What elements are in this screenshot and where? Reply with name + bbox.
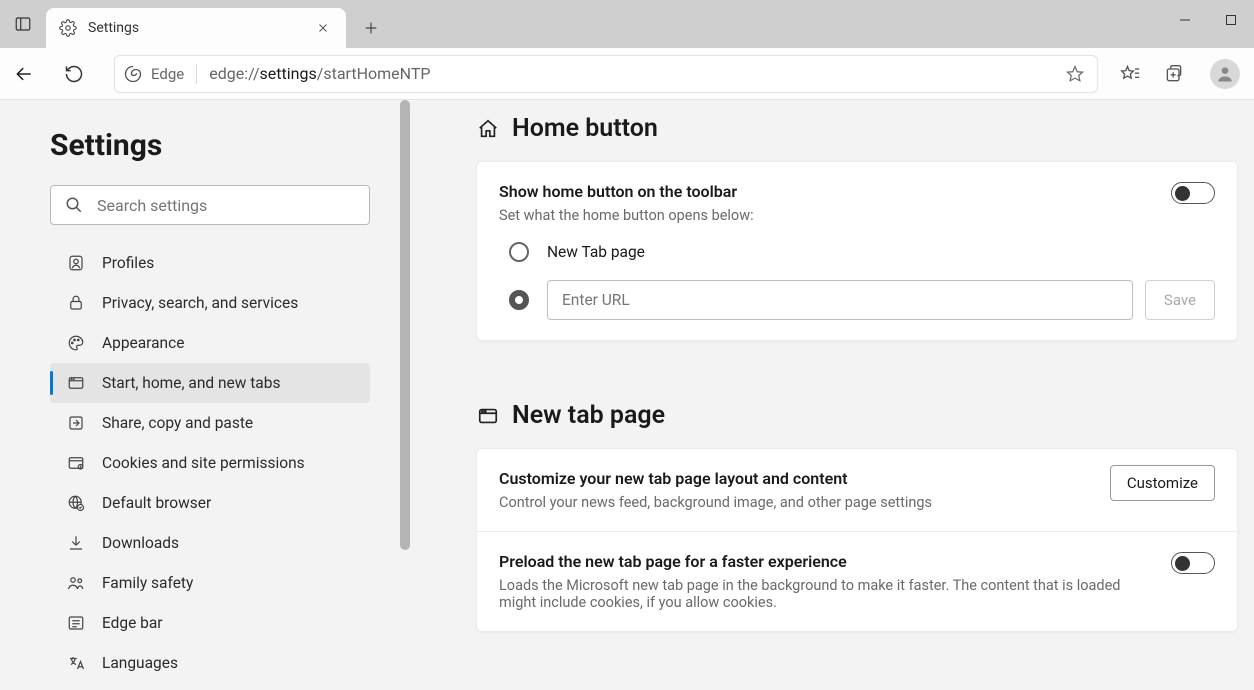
reload-button[interactable] [54,54,94,94]
browser-tab[interactable]: Settings [46,8,346,48]
nav-label: Privacy, search, and services [102,294,298,312]
person-icon [1215,64,1235,84]
cookie-icon [64,451,88,475]
nav-downloads[interactable]: Downloads [50,523,370,563]
sidebar-toggle-icon [14,15,32,33]
star-list-icon [1120,64,1140,84]
preload-title: Preload the new tab page for a faster ex… [499,552,1215,571]
nav-default-browser[interactable]: Default browser [50,483,370,523]
show-home-label: Show home button on the toolbar [499,182,1215,201]
titlebar: Settings [0,0,1254,48]
settings-main: Home button Show home button on the tool… [410,100,1254,690]
gear-icon [58,18,78,38]
newtab-card: Customize your new tab page layout and c… [476,448,1238,632]
nav-privacy[interactable]: Privacy, search, and services [50,283,370,323]
nav-edge-bar[interactable]: Edge bar [50,603,370,643]
tab-title: Settings [88,20,312,36]
nav-label: Downloads [102,534,179,552]
favorites-button[interactable] [1110,54,1150,94]
home-icon [476,117,500,141]
collections-icon [1164,64,1184,84]
site-identity-label: Edge [151,65,184,83]
globe-check-icon [64,491,88,515]
toggle-knob [1175,556,1190,571]
browser-toolbar: Edge edge://settings/startHomeNTP [0,48,1254,100]
show-home-toggle[interactable] [1171,182,1215,204]
nav-cookies[interactable]: Cookies and site permissions [50,443,370,483]
nav-label: Family safety [102,574,193,592]
edge-logo-icon [123,64,143,84]
newtab-icon [476,404,500,428]
site-identity-chip[interactable]: Edge [123,64,197,84]
new-tab-button[interactable] [354,11,388,45]
nav-label: Edge bar [102,614,163,632]
share-icon [64,411,88,435]
radio-newtab-label: New Tab page [547,243,645,261]
profile-icon [64,251,88,275]
language-icon [64,651,88,675]
maximize-button[interactable] [1208,0,1254,40]
section-home-header: Home button [476,114,1238,143]
customize-sub: Control your news feed, background image… [499,494,1139,511]
url-text: edge://settings/startHomeNTP [209,64,430,83]
minimize-button[interactable] [1162,0,1208,40]
favorite-button[interactable] [1061,60,1089,88]
window-controls [1162,0,1254,48]
nav-label: Profiles [102,254,154,272]
nav-label: Start, home, and new tabs [102,374,280,392]
section-title: Home button [512,114,658,143]
reload-icon [64,64,84,84]
nav-share-copy[interactable]: Share, copy and paste [50,403,370,443]
close-icon [317,22,329,34]
collections-button[interactable] [1154,54,1194,94]
customize-button[interactable]: Customize [1110,465,1215,501]
home-opens-radio-group: New Tab page Save [499,242,1215,320]
nav-languages[interactable]: Languages [50,643,370,683]
tab-actions-button[interactable] [0,0,46,48]
nav-appearance[interactable]: Appearance [50,323,370,363]
palette-icon [64,331,88,355]
nav-label: Languages [102,654,178,672]
nav-label: Share, copy and paste [102,414,253,432]
address-bar[interactable]: Edge edge://settings/startHomeNTP [114,55,1098,93]
news-icon [64,611,88,635]
nav-label: Default browser [102,494,211,512]
search-settings[interactable] [50,185,370,225]
arrow-left-icon [14,64,34,84]
home-url-input[interactable] [547,280,1133,320]
download-icon [64,531,88,555]
sidebar-title: Settings [50,128,410,163]
sidebar-scrollbar[interactable] [400,100,410,550]
section-title: New tab page [512,401,665,430]
search-icon [63,194,85,216]
lock-icon [64,291,88,315]
home-button-card: Show home button on the toolbar Set what… [476,161,1238,341]
nav-start-home[interactable]: Start, home, and new tabs [50,363,370,403]
nav-label: Appearance [102,334,184,352]
content-area: Settings Profiles Privacy, search, and s… [0,100,1254,690]
back-button[interactable] [4,54,44,94]
nav-label: Cookies and site permissions [102,454,305,472]
search-input[interactable] [97,196,357,215]
plus-icon [363,20,379,36]
star-plus-icon [1066,65,1084,83]
family-icon [64,571,88,595]
radio-newtab[interactable] [509,242,529,262]
settings-sidebar: Settings Profiles Privacy, search, and s… [0,100,410,690]
window-icon [64,371,88,395]
nav-profiles[interactable]: Profiles [50,243,370,283]
section-newtab-header: New tab page [476,401,1238,430]
nav-family[interactable]: Family safety [50,563,370,603]
toggle-knob [1175,186,1190,201]
profile-button[interactable] [1210,59,1240,89]
tab-close-button[interactable] [312,17,334,39]
settings-nav: Profiles Privacy, search, and services A… [50,243,370,683]
show-home-sub: Set what the home button opens below: [499,207,1139,224]
radio-url[interactable] [509,290,529,310]
preload-toggle[interactable] [1171,552,1215,574]
save-button[interactable]: Save [1145,280,1215,320]
preload-sub: Loads the Microsoft new tab page in the … [499,577,1139,611]
customize-title: Customize your new tab page layout and c… [499,469,1215,488]
